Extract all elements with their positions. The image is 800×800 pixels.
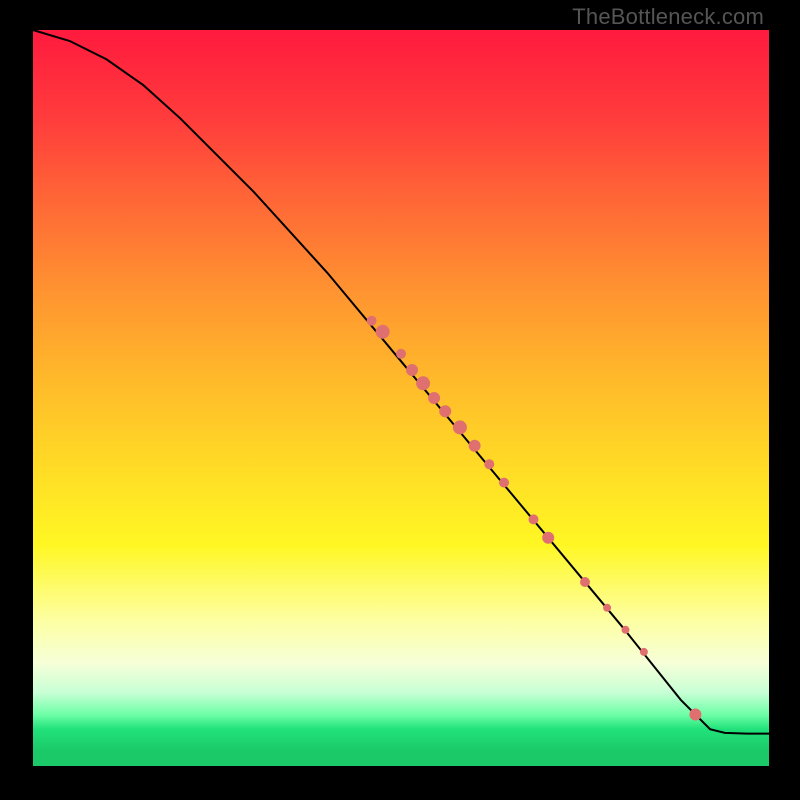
data-point — [469, 440, 481, 452]
data-point — [529, 514, 539, 524]
chart-frame: TheBottleneck.com — [0, 0, 800, 800]
data-point — [499, 478, 509, 488]
data-point — [689, 709, 701, 721]
scatter-points — [367, 316, 702, 721]
data-point — [439, 405, 451, 417]
curve-line — [33, 30, 769, 734]
data-point — [428, 392, 440, 404]
data-point — [580, 577, 590, 587]
data-point — [640, 648, 648, 656]
data-point — [416, 376, 430, 390]
data-point — [396, 349, 406, 359]
data-point — [453, 420, 467, 434]
data-point — [484, 459, 494, 469]
data-point — [603, 604, 611, 612]
chart-overlay-svg — [33, 30, 769, 766]
plot-area — [33, 30, 769, 766]
watermark-text: TheBottleneck.com — [572, 4, 764, 30]
data-point — [542, 532, 554, 544]
data-point — [622, 626, 630, 634]
data-point — [406, 364, 418, 376]
data-point — [376, 325, 390, 339]
data-point — [367, 316, 377, 326]
